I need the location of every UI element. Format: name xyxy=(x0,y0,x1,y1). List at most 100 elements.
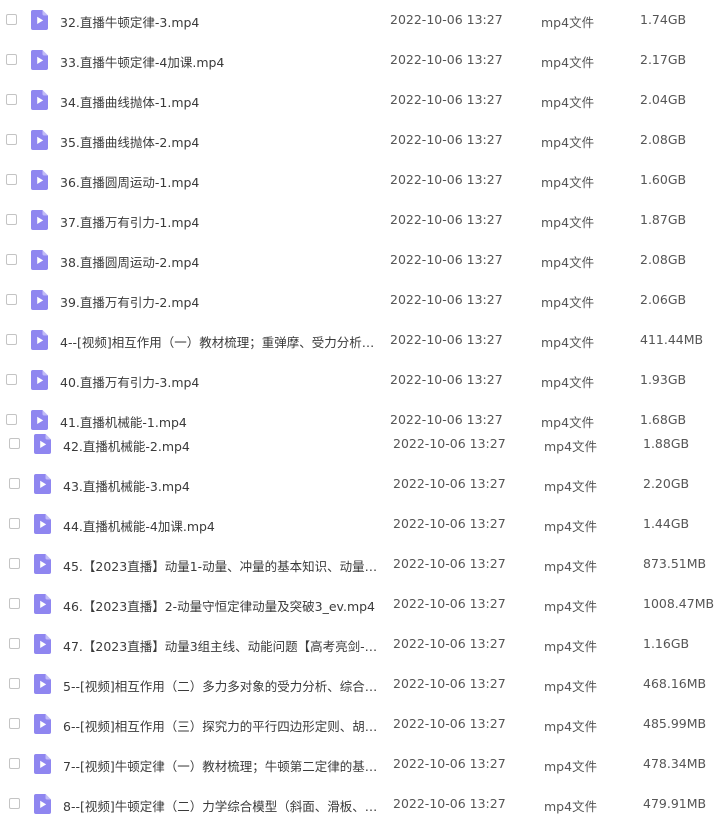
file-modified-date: 2022-10-06 13:27 xyxy=(390,52,503,67)
row-checkbox[interactable] xyxy=(9,518,20,529)
file-type: mp4文件 xyxy=(541,135,595,150)
file-size: 1008.47MB xyxy=(643,596,715,611)
file-name[interactable]: 33.直播牛顿定律-4加课.mp4 xyxy=(60,52,380,71)
file-row[interactable]: 35.直播曲线抛体-2.mp4 2022-10-06 13:27 mp4文件 2… xyxy=(0,120,721,160)
file-name[interactable]: 8--[视频]牛顿定律（二）力学综合模型（斜面、滑板、传... xyxy=(63,796,383,815)
row-checkbox[interactable] xyxy=(6,54,17,65)
row-checkbox[interactable] xyxy=(6,294,17,305)
file-row[interactable]: 37.直播万有引力-1.mp4 2022-10-06 13:27 mp4文件 1… xyxy=(0,200,721,240)
file-modified-date: 2022-10-06 13:27 xyxy=(393,676,506,691)
row-checkbox[interactable] xyxy=(9,598,20,609)
video-file-icon xyxy=(31,370,48,390)
file-row[interactable]: 6--[视频]相互作用（三）探究力的平行四边形定则、胡克... 2022-10-… xyxy=(0,704,721,744)
file-type: mp4文件 xyxy=(541,215,595,230)
file-type: mp4文件 xyxy=(544,559,598,574)
video-file-icon xyxy=(34,714,51,734)
file-size: 485.99MB xyxy=(643,716,707,731)
file-name[interactable]: 4--[视频]相互作用（一）教材梳理；重弹摩、受力分析基... xyxy=(60,332,380,351)
file-type: mp4文件 xyxy=(541,375,595,390)
file-row[interactable]: 32.直播牛顿定律-3.mp4 2022-10-06 13:27 mp4文件 1… xyxy=(0,0,721,40)
video-file-icon xyxy=(31,330,48,350)
video-file-icon xyxy=(31,130,48,150)
file-row[interactable]: 44.直播机械能-4加课.mp4 2022-10-06 13:27 mp4文件 … xyxy=(0,504,721,544)
file-name[interactable]: 42.直播机械能-2.mp4 xyxy=(63,436,383,455)
row-checkbox[interactable] xyxy=(9,718,20,729)
file-name[interactable]: 40.直播万有引力-3.mp4 xyxy=(60,372,380,391)
file-row[interactable]: 7--[视频]牛顿定律（一）教材梳理；牛顿第二定律的基本... 2022-10-… xyxy=(0,744,721,784)
file-name[interactable]: 46.【2023直播】2-动量守恒定律动量及突破3_ev.mp4 xyxy=(63,596,383,615)
video-file-icon xyxy=(31,50,48,70)
file-name[interactable]: 47.【2023直播】动量3组主线、动能问题【高考亮剑-综... xyxy=(63,636,383,655)
video-file-icon xyxy=(34,754,51,774)
row-checkbox[interactable] xyxy=(6,134,17,145)
video-file-icon xyxy=(34,594,51,614)
video-file-icon xyxy=(31,170,48,190)
row-checkbox[interactable] xyxy=(9,438,20,449)
file-type: mp4文件 xyxy=(541,335,595,350)
row-checkbox[interactable] xyxy=(6,174,17,185)
file-row[interactable]: 40.直播万有引力-3.mp4 2022-10-06 13:27 mp4文件 1… xyxy=(0,360,721,400)
file-name[interactable]: 45.【2023直播】动量1-动量、冲量的基本知识、动量定... xyxy=(63,556,383,575)
row-checkbox[interactable] xyxy=(9,798,20,809)
file-row[interactable]: 42.直播机械能-2.mp4 2022-10-06 13:27 mp4文件 1.… xyxy=(0,424,721,464)
row-checkbox[interactable] xyxy=(9,758,20,769)
file-modified-date: 2022-10-06 13:27 xyxy=(393,436,506,451)
row-checkbox[interactable] xyxy=(6,214,17,225)
file-size: 1.88GB xyxy=(643,436,690,451)
file-row[interactable]: 33.直播牛顿定律-4加课.mp4 2022-10-06 13:27 mp4文件… xyxy=(0,40,721,80)
file-size: 468.16MB xyxy=(643,676,707,691)
video-file-icon xyxy=(31,290,48,310)
video-file-icon xyxy=(31,10,48,30)
file-name[interactable]: 7--[视频]牛顿定律（一）教材梳理；牛顿第二定律的基本... xyxy=(63,756,383,775)
file-row[interactable]: 38.直播圆周运动-2.mp4 2022-10-06 13:27 mp4文件 2… xyxy=(0,240,721,280)
file-name[interactable]: 39.直播万有引力-2.mp4 xyxy=(60,292,380,311)
file-name[interactable]: 37.直播万有引力-1.mp4 xyxy=(60,212,380,231)
file-name[interactable]: 5--[视频]相互作用（二）多力多对象的受力分析、综合问... xyxy=(63,676,383,695)
file-name[interactable]: 36.直播圆周运动-1.mp4 xyxy=(60,172,380,191)
file-modified-date: 2022-10-06 13:27 xyxy=(390,332,503,347)
file-row[interactable]: 45.【2023直播】动量1-动量、冲量的基本知识、动量定... 2022-10… xyxy=(0,544,721,584)
file-row[interactable]: 46.【2023直播】2-动量守恒定律动量及突破3_ev.mp4 2022-10… xyxy=(0,584,721,624)
file-row[interactable]: 34.直播曲线抛体-1.mp4 2022-10-06 13:27 mp4文件 2… xyxy=(0,80,721,120)
video-file-icon xyxy=(34,474,51,494)
file-row[interactable]: 4--[视频]相互作用（一）教材梳理；重弹摩、受力分析基... 2022-10-… xyxy=(0,320,721,360)
file-name[interactable]: 43.直播机械能-3.mp4 xyxy=(63,476,383,495)
file-size: 1.93GB xyxy=(640,372,687,387)
file-row[interactable]: 47.【2023直播】动量3组主线、动能问题【高考亮剑-综... 2022-10… xyxy=(0,624,721,664)
file-name[interactable]: 35.直播曲线抛体-2.mp4 xyxy=(60,132,380,151)
row-checkbox[interactable] xyxy=(6,374,17,385)
file-type: mp4文件 xyxy=(544,799,598,814)
file-row[interactable]: 43.直播机械能-3.mp4 2022-10-06 13:27 mp4文件 2.… xyxy=(0,464,721,504)
file-size: 873.51MB xyxy=(643,556,707,571)
file-row[interactable]: 5--[视频]相互作用（二）多力多对象的受力分析、综合问... 2022-10-… xyxy=(0,664,721,704)
row-checkbox[interactable] xyxy=(6,334,17,345)
file-type: mp4文件 xyxy=(544,439,598,454)
file-type: mp4文件 xyxy=(544,639,598,654)
file-row[interactable]: 8--[视频]牛顿定律（二）力学综合模型（斜面、滑板、传... 2022-10-… xyxy=(0,784,721,824)
video-file-icon xyxy=(34,514,51,534)
file-name[interactable]: 44.直播机械能-4加课.mp4 xyxy=(63,516,383,535)
row-checkbox[interactable] xyxy=(6,94,17,105)
file-name[interactable]: 32.直播牛顿定律-3.mp4 xyxy=(60,12,380,31)
row-checkbox[interactable] xyxy=(9,478,20,489)
file-name[interactable]: 34.直播曲线抛体-1.mp4 xyxy=(60,92,380,111)
file-modified-date: 2022-10-06 13:27 xyxy=(393,516,506,531)
row-checkbox[interactable] xyxy=(6,14,17,25)
row-checkbox[interactable] xyxy=(6,254,17,265)
row-checkbox[interactable] xyxy=(9,678,20,689)
file-type: mp4文件 xyxy=(544,599,598,614)
file-modified-date: 2022-10-06 13:27 xyxy=(390,92,503,107)
video-file-icon xyxy=(34,434,51,454)
row-checkbox[interactable] xyxy=(9,558,20,569)
file-type: mp4文件 xyxy=(541,175,595,190)
file-modified-date: 2022-10-06 13:27 xyxy=(390,132,503,147)
row-checkbox[interactable] xyxy=(9,638,20,649)
file-name[interactable]: 38.直播圆周运动-2.mp4 xyxy=(60,252,380,271)
file-modified-date: 2022-10-06 13:27 xyxy=(390,172,503,187)
file-row[interactable]: 39.直播万有引力-2.mp4 2022-10-06 13:27 mp4文件 2… xyxy=(0,280,721,320)
file-size: 2.17GB xyxy=(640,52,687,67)
file-row[interactable]: 36.直播圆周运动-1.mp4 2022-10-06 13:27 mp4文件 1… xyxy=(0,160,721,200)
file-name[interactable]: 6--[视频]相互作用（三）探究力的平行四边形定则、胡克... xyxy=(63,716,383,735)
file-size: 1.60GB xyxy=(640,172,687,187)
video-file-icon xyxy=(34,674,51,694)
